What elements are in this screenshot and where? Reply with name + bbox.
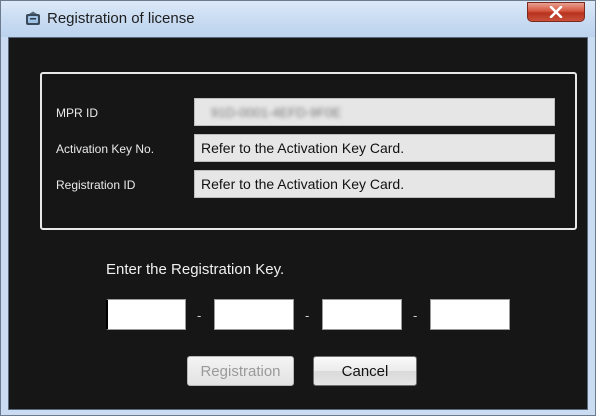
key-separator: - [305,308,310,323]
registration-key-field-2[interactable] [214,299,294,330]
key-separator: - [197,308,202,323]
title-bar[interactable]: Registration of license [1,1,595,37]
registration-id-label: Registration ID [56,178,136,192]
registration-id-field: Refer to the Activation Key Card. [194,170,555,198]
window-title: Registration of license [47,10,195,27]
mpr-id-value: 91D-0001-4EFD-9F0E [211,105,342,120]
activation-key-label: Activation Key No. [56,142,155,156]
dialog-body: MPR ID 91D-0001-4EFD-9F0E Activation Key… [8,37,588,410]
close-icon [549,6,563,18]
registration-key-field-3[interactable] [322,299,402,330]
registration-key-field-1[interactable] [106,299,186,330]
registration-key-label: Enter the Registration Key. [106,261,285,278]
mpr-id-label: MPR ID [56,106,98,120]
license-info-panel: MPR ID 91D-0001-4EFD-9F0E Activation Key… [40,72,577,230]
registration-button[interactable]: Registration [187,356,294,386]
key-separator: - [413,308,418,323]
registration-key-field-4[interactable] [430,299,510,330]
activation-key-field: Refer to the Activation Key Card. [194,134,555,162]
close-button[interactable] [527,2,585,22]
mpr-id-field: 91D-0001-4EFD-9F0E [194,98,555,126]
cancel-button[interactable]: Cancel [313,356,417,386]
license-app-icon [25,11,41,27]
license-registration-window: Registration of license MPR ID 91D-0001-… [0,0,596,416]
